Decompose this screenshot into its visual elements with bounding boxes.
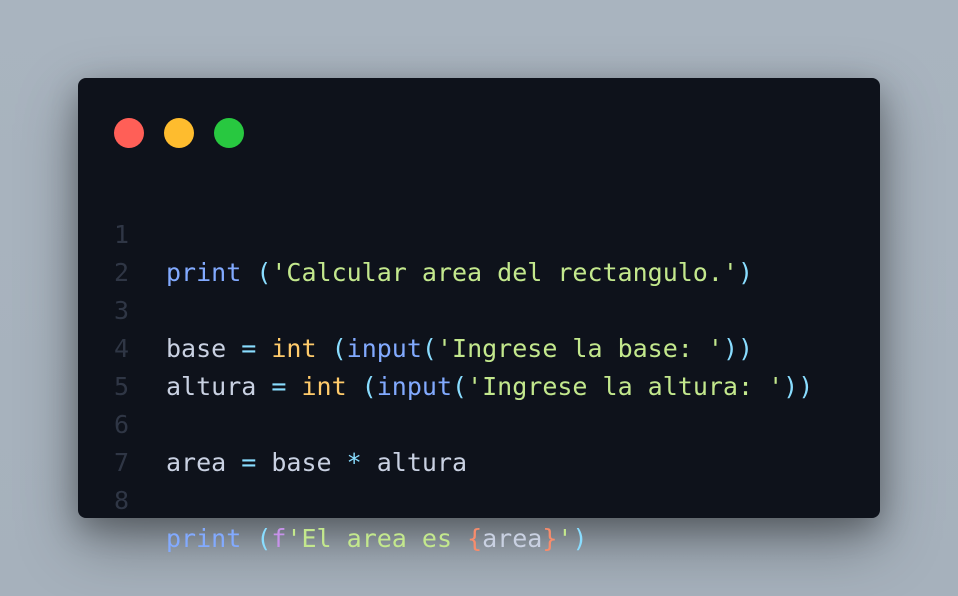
code-line: 1 print ('Calcular area del rectangulo.'… — [78, 178, 880, 287]
code-editor[interactable]: 1 print ('Calcular area del rectangulo.'… — [78, 178, 880, 553]
close-window-button[interactable] — [114, 118, 144, 148]
token-function: print — [166, 524, 242, 553]
code-line: 3 base = int (input('Ingrese la base: ')… — [78, 254, 880, 363]
maximize-window-button[interactable] — [214, 118, 244, 148]
code-line: 8 print (f'El area es {area}') — [78, 444, 880, 553]
line-content: print (f'El area es {area}') — [166, 520, 588, 558]
code-line: 4 altura = int (input('Ingrese la altura… — [78, 292, 880, 401]
token-interpolation-brace: { — [467, 524, 483, 553]
token-interpolation-brace: } — [542, 524, 558, 553]
token-string: ' — [557, 524, 573, 553]
token-string: 'El area es — [286, 524, 468, 553]
token-fstring-prefix: f — [271, 524, 287, 553]
code-window: 1 print ('Calcular area del rectangulo.'… — [78, 78, 880, 553]
token-punctuation: ) — [572, 524, 588, 553]
token-variable: area — [482, 524, 543, 553]
code-line: 5 — [78, 330, 880, 401]
code-line: 7 — [78, 406, 880, 477]
line-number: 8 — [114, 486, 130, 515]
token-punctuation: ( — [241, 524, 272, 553]
minimize-window-button[interactable] — [164, 118, 194, 148]
code-line: 2 — [78, 216, 880, 287]
code-line: 6 area = base * altura — [78, 368, 880, 477]
